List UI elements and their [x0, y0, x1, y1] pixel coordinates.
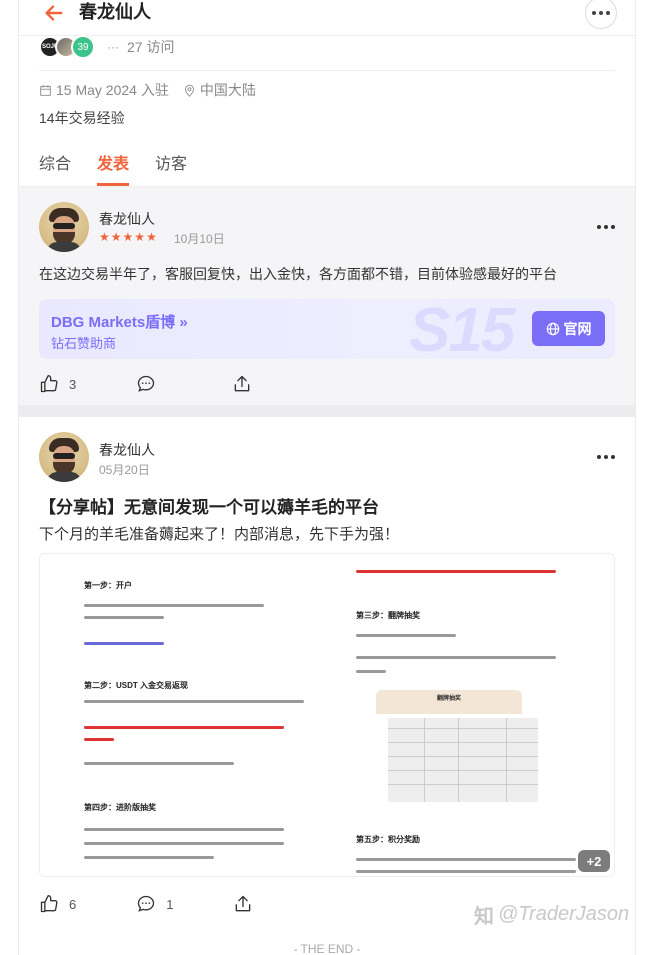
post-image[interactable]: 第五步：积分奖励 [330, 718, 614, 876]
star-icon: ★ [99, 230, 110, 244]
star-icon: ★ [146, 230, 157, 244]
broker-tag: 钻石赞助商 [51, 336, 117, 351]
author-avatar[interactable] [39, 432, 89, 482]
official-site-button[interactable]: 官网 [532, 311, 605, 346]
author-name[interactable]: 春龙仙人 [99, 209, 155, 229]
page-title: 春龙仙人 [79, 2, 151, 22]
post-image[interactable]: 第四步：进阶版抽奖 [40, 718, 326, 876]
end-marker: - THE END - [293, 942, 361, 955]
tab-overview[interactable]: 综合 [39, 150, 71, 186]
zhihu-logo-icon: 知 [474, 906, 494, 928]
post-actions: 6 1 [39, 894, 253, 914]
star-icon: ★ [134, 230, 146, 244]
post-image[interactable]: 第一步：开户 第二步：USDT 入金交易返现 [40, 554, 326, 714]
globe-icon [546, 322, 559, 335]
post-image-grid[interactable]: 第一步：开户 第二步：USDT 入金交易返现 第三步：翻牌抽奖 翻牌抽奖 第四步… [39, 553, 615, 877]
tab-visitors[interactable]: 访客 [155, 150, 187, 186]
comment-button[interactable] [136, 374, 156, 394]
lottery-table [388, 718, 538, 802]
rating-stars: ★ ★ ★ ★ ★ [99, 231, 157, 243]
divider [19, 405, 635, 417]
like-button[interactable]: 3 [39, 374, 76, 394]
comment-count: 1 [166, 896, 174, 912]
divider [39, 70, 615, 71]
more-options-button[interactable] [585, 0, 617, 29]
author-name[interactable]: 春龙仙人 [99, 440, 155, 460]
like-count: 6 [69, 896, 77, 912]
more-dots-icon [592, 11, 610, 15]
lottery-board: 翻牌抽奖 [376, 690, 522, 714]
chevron-double-right-icon: » [179, 314, 188, 331]
post-more-icon[interactable] [597, 225, 615, 229]
share-button[interactable] [232, 374, 252, 394]
join-date: 15 May 2024 入驻 [56, 82, 169, 98]
author-avatar[interactable] [39, 202, 89, 252]
post-date: 05月20日 [99, 463, 150, 477]
tab-posts[interactable]: 发表 [97, 150, 130, 186]
comment-icon [138, 375, 155, 392]
post-more-icon[interactable] [597, 455, 615, 459]
bio: 14年交易经验 [39, 110, 125, 126]
broker-name[interactable]: DBG Markets盾博 » [51, 311, 188, 332]
share-icon [236, 895, 251, 912]
follower-avatars[interactable]: SOJU 39 ··· 27 访问 [39, 35, 175, 59]
watermark: 知 @TraderJason [474, 900, 629, 929]
profile-tabs: 综合 发表 访客 [39, 150, 187, 186]
broker-watermark: S15 [409, 299, 515, 359]
calendar-icon [40, 84, 51, 96]
back-arrow-icon[interactable] [43, 2, 65, 24]
top-bar: 春龙仙人 [19, 0, 635, 36]
like-button[interactable]: 6 [39, 894, 76, 914]
more-images-badge[interactable]: +2 [578, 850, 610, 872]
follower-count-badge: 39 [71, 35, 95, 59]
separator: ··· [107, 40, 119, 54]
post-text: 在这边交易半年了，客服回复快，出入金快，各方面都不错，目前体验感最好的平台 [39, 266, 557, 282]
post-title[interactable]: 【分享帖】无意间发现一个可以薅羊毛的平台 [39, 493, 379, 518]
thumbs-up-icon [40, 895, 58, 913]
post-actions: 3 [39, 374, 252, 394]
visit-count: 27 访问 [127, 39, 175, 55]
comment-button[interactable]: 1 [136, 894, 173, 914]
like-count: 3 [69, 376, 77, 392]
profile-page: 春龙仙人 SOJU 39 ··· 27 访问 15 May 2024 入驻 中国… [18, 0, 636, 955]
location-pin-icon [184, 84, 194, 97]
comment-icon [138, 895, 155, 912]
share-button[interactable] [233, 894, 253, 914]
post-text: 下个月的羊毛准备薅起来了！内部消息，先下手为强！ [39, 526, 400, 543]
post-date: 10月10日 [174, 232, 225, 246]
profile-meta: 15 May 2024 入驻 中国大陆 [39, 80, 256, 100]
thumbs-up-icon [40, 375, 58, 393]
broker-card[interactable]: S15 DBG Markets盾博 » 钻石赞助商 官网 [39, 299, 615, 359]
location: 中国大陆 [199, 82, 256, 98]
star-icon: ★ [122, 230, 134, 244]
post-image[interactable]: 第三步：翻牌抽奖 翻牌抽奖 [330, 554, 614, 714]
star-icon: ★ [110, 230, 122, 244]
share-icon [234, 375, 250, 392]
